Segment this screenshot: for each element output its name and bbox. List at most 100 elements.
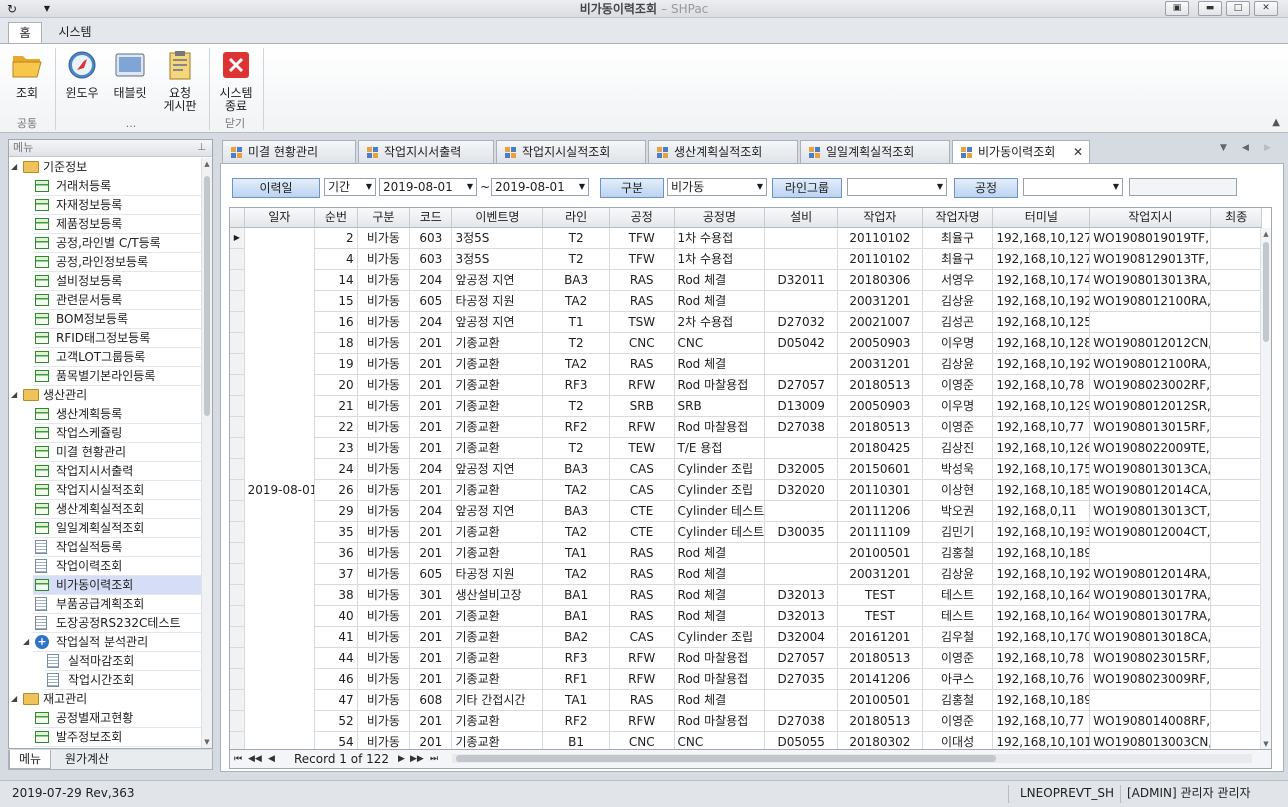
table-cell[interactable]: Cylinder 조립 (674, 458, 766, 480)
doc-tab-pending[interactable]: 미결 현황관리 (222, 140, 356, 163)
table-row[interactable]: 44 비가동 201 기종교환 RF3 RFW Rod 마찰용접 D27057 20180513… (230, 647, 1262, 669)
table-cell[interactable]: 192,168,10,129 (992, 395, 1091, 417)
tree-item[interactable]: 비가동이력조회 (9, 576, 202, 595)
table-cell[interactable]: 201 (409, 710, 453, 732)
table-cell[interactable]: 비가동 (357, 647, 411, 669)
table-cell[interactable]: T2 (542, 227, 610, 249)
table-cell[interactable]: 비가동 (357, 332, 411, 354)
menu-scrollbar[interactable]: ▲ ▼ (201, 158, 212, 748)
table-row[interactable]: 18 비가동 201 기종교환 T2 CNC CNC D05042 20050903 이우명 192… (230, 332, 1262, 354)
table-cell[interactable]: 앞공정 지연 (451, 311, 544, 333)
table-cell[interactable]: RAS (609, 605, 675, 627)
collapse-arrow-icon[interactable]: ◢ (11, 386, 21, 404)
table-cell[interactable]: 192,168,10,174 (992, 269, 1091, 291)
table-cell[interactable]: 비가동 (357, 563, 411, 585)
table-row[interactable]: 35 비가동 201 기종교환 TA2 CTE Cylinder 테스트 D30035 2011… (230, 521, 1262, 543)
table-row[interactable]: 40 비가동 201 기종교환 BA1 RAS Rod 체결 D32013 TEST 테스트 192… (230, 605, 1262, 627)
table-cell[interactable]: RAS (609, 689, 675, 711)
row-indicator[interactable] (230, 605, 245, 627)
table-cell[interactable]: RFW (609, 416, 675, 438)
table-cell[interactable]: 20100501 (837, 542, 923, 564)
tree-item[interactable]: 공정,라인정보등록 (9, 253, 202, 272)
table-cell[interactable]: WO1908023002RF,... (1089, 374, 1212, 396)
table-cell[interactable]: 비가동 (357, 500, 411, 522)
table-cell[interactable]: 박성욱 (922, 458, 994, 480)
process-name-field[interactable] (1129, 178, 1237, 196)
table-cell[interactable]: 비가동 (357, 353, 411, 375)
table-cell[interactable] (1210, 584, 1262, 606)
row-indicator[interactable] (230, 458, 245, 480)
table-cell[interactable] (1089, 689, 1212, 711)
table-cell[interactable]: 비가동 (357, 290, 411, 312)
doc-tab-work-order-result[interactable]: 작업지시실적조회 (496, 140, 646, 163)
request-board-button[interactable]: 요청 게시판 (158, 50, 202, 113)
table-cell[interactable]: 앞공정 지연 (451, 269, 544, 291)
table-cell[interactable]: 201 (409, 374, 453, 396)
table-cell[interactable]: 이우명 (922, 332, 994, 354)
date-to-picker[interactable]: 2019-08-01 ▼ (491, 178, 589, 196)
table-cell[interactable]: 201 (409, 332, 453, 354)
column-header[interactable]: 순번 (314, 208, 358, 228)
table-cell[interactable]: WO1908013018CA,... (1089, 626, 1212, 648)
scroll-down-icon[interactable]: ▼ (202, 738, 212, 746)
table-cell[interactable]: 비가동 (357, 311, 411, 333)
table-cell[interactable]: 192,168,10,192 (992, 563, 1091, 585)
table-cell[interactable]: 22 (314, 416, 358, 438)
table-cell[interactable]: 김민기 (922, 521, 994, 543)
table-cell[interactable]: 44 (314, 647, 358, 669)
line-group-button[interactable]: 라인그룹 (772, 178, 842, 198)
table-cell[interactable]: RF2 (542, 416, 610, 438)
table-cell[interactable] (1089, 542, 1212, 564)
table-cell[interactable]: 192,168,10,127 (992, 227, 1091, 249)
table-cell[interactable]: BA3 (542, 458, 610, 480)
table-cell[interactable]: 비가동 (357, 227, 411, 249)
table-cell[interactable]: 20180513 (837, 710, 923, 732)
table-row[interactable]: 41 비가동 201 기종교환 BA2 CAS Cylinder 조립 D32004 20161… (230, 626, 1262, 648)
prev-record-icon[interactable]: ◀ (268, 750, 275, 768)
table-cell[interactable]: WO1908013015RF,... (1089, 416, 1212, 438)
table-cell[interactable]: RAS (609, 269, 675, 291)
collapse-arrow-icon[interactable]: ◢ (23, 633, 33, 651)
table-cell[interactable]: 20180425 (837, 437, 923, 459)
table-cell[interactable] (1210, 353, 1262, 375)
table-cell[interactable]: D32004 (764, 626, 838, 648)
tree-item[interactable]: 부품공급계획조회 (9, 595, 202, 614)
tree-group[interactable]: ◢ 생산관리 (9, 386, 202, 405)
table-row[interactable]: 38 비가동 301 생산설비고장 BA1 RAS Rod 체결 D32013 TEST 테스트 1… (230, 584, 1262, 606)
table-cell[interactable] (1210, 290, 1262, 312)
table-cell[interactable]: 603 (409, 248, 453, 270)
tree-item[interactable]: 생산계획실적조회 (9, 500, 202, 519)
table-cell[interactable]: 기종교환 (451, 731, 544, 749)
table-cell[interactable]: CAS (609, 626, 675, 648)
tree-item[interactable]: 작업시간조회 (9, 671, 202, 690)
table-cell[interactable] (1210, 437, 1262, 459)
table-cell[interactable]: 201 (409, 437, 453, 459)
table-cell[interactable]: 1차 수용접 (674, 248, 766, 270)
table-cell[interactable]: 앞공정 지연 (451, 458, 544, 480)
table-cell[interactable]: 비가동 (357, 374, 411, 396)
table-row[interactable]: ▶ 2019-08-01 2 비가동 603 3정5S T2 TFW 1차 수용접 2011010… (230, 227, 1262, 749)
table-cell[interactable]: 비가동 (357, 605, 411, 627)
table-cell[interactable]: 16 (314, 311, 358, 333)
table-cell[interactable] (1210, 542, 1262, 564)
tree-item[interactable]: 미결 현황관리 (9, 443, 202, 462)
tree-group[interactable]: ◢ 재고관리 (9, 690, 202, 709)
table-cell[interactable]: 타공정 지원 (451, 563, 544, 585)
table-cell[interactable] (764, 563, 838, 585)
table-cell[interactable]: 이영준 (922, 710, 994, 732)
table-cell[interactable]: 김홍철 (922, 542, 994, 564)
table-cell[interactable]: 47 (314, 689, 358, 711)
table-cell[interactable]: 김상진 (922, 437, 994, 459)
table-cell[interactable]: 192,168,10,76 (992, 668, 1091, 690)
table-cell[interactable] (1210, 563, 1262, 585)
type-button[interactable]: 구분 (600, 178, 664, 198)
table-cell[interactable]: TEST (837, 605, 923, 627)
tree-item[interactable]: 도장공정RS232C테스트 (9, 614, 202, 633)
tree-item[interactable]: 제품정보등록 (9, 215, 202, 234)
table-cell[interactable]: 비가동 (357, 710, 411, 732)
table-cell[interactable]: 21 (314, 395, 358, 417)
row-indicator[interactable] (230, 710, 245, 732)
table-row[interactable]: 26 비가동 201 기종교환 TA2 CAS Cylinder 조립 D32020 20110… (230, 479, 1262, 501)
table-cell[interactable]: 테스트 (922, 605, 994, 627)
table-cell[interactable]: Rod 마찰용접 (674, 374, 766, 396)
